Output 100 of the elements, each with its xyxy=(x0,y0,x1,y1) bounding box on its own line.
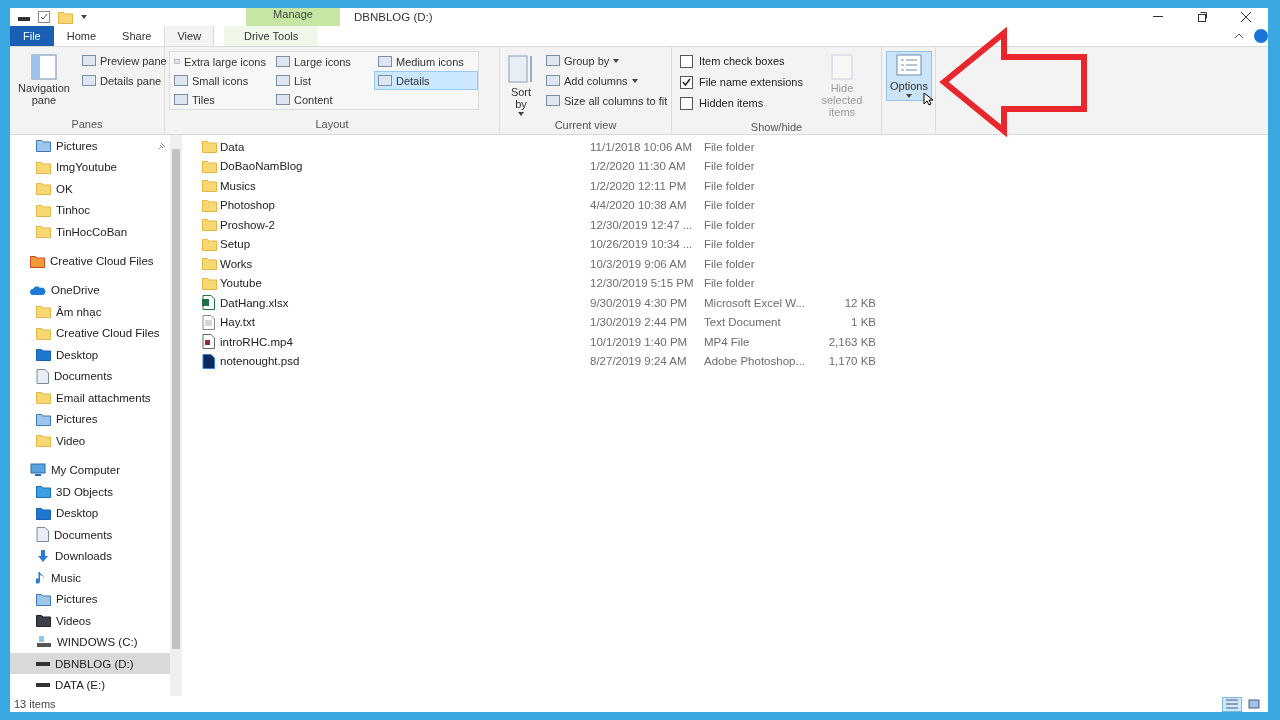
folder-icon xyxy=(202,140,217,154)
file-date: 11/1/2018 10:06 AM xyxy=(590,140,694,153)
pane-button[interactable]: Details pane xyxy=(78,71,171,90)
file-date: 1/2/2020 12:11 PM xyxy=(590,179,688,192)
tile-icon xyxy=(1248,699,1260,709)
documents-icon xyxy=(36,527,49,543)
file-date: 10/3/2019 9:06 AM xyxy=(590,257,688,270)
view-command[interactable]: Group by xyxy=(542,51,672,70)
folder-icon xyxy=(202,257,217,271)
sidebar-item[interactable]: Desktop xyxy=(10,502,170,524)
file-row[interactable]: Data 11/1/2018 10:06 AM File folder xyxy=(202,137,1268,157)
layout-option[interactable]: Large icons xyxy=(272,52,372,71)
sidebar-item[interactable]: Music xyxy=(10,566,170,589)
sidebar-item[interactable]: Desktop xyxy=(10,344,170,366)
sidebar-item[interactable]: Creative Cloud Files xyxy=(10,322,170,345)
file-row[interactable]: DoBaoNamBlog 1/2/2020 11:30 AM File folder xyxy=(202,156,1268,176)
page-icon xyxy=(830,54,853,80)
folder-icon xyxy=(202,218,217,232)
sidebar-item[interactable]: Âm nhạc xyxy=(10,301,170,323)
layout-option[interactable]: Tiles xyxy=(170,90,270,109)
sidebar-item[interactable]: Tinhoc xyxy=(10,199,170,221)
file-row[interactable]: Setup 10/26/2019 10:34 ... File folder xyxy=(202,234,1268,254)
view-icon xyxy=(378,75,392,86)
view-command[interactable]: Add columns xyxy=(542,71,672,90)
sidebar-item[interactable]: Documents xyxy=(10,523,170,546)
checkbox[interactable] xyxy=(680,96,693,110)
layout-option[interactable]: Details xyxy=(374,71,478,90)
file-row[interactable]: Hay.txt 1/30/2019 2:44 PM Text Document 1 KB xyxy=(202,312,1268,332)
file-row[interactable]: Photoshop 4/4/2020 10:38 AM File folder xyxy=(202,195,1268,215)
chevron-icon[interactable] xyxy=(1234,33,1244,39)
context-tab-header: Manage xyxy=(246,8,340,26)
file-size: 1 KB xyxy=(850,316,876,329)
file-date: 10/1/2019 1:40 PM xyxy=(590,335,689,348)
group-label: Current view xyxy=(553,119,618,134)
layout-option[interactable]: Medium icons xyxy=(374,52,478,71)
sidebar-item[interactable]: Pictures xyxy=(10,408,170,431)
navigation-pane-button[interactable]: Navigation pane xyxy=(14,51,74,110)
layout-option[interactable]: Content xyxy=(272,90,372,109)
sidebar-item[interactable]: Creative Cloud Files xyxy=(10,250,170,272)
checkmark-icon[interactable] xyxy=(38,11,50,23)
pane-icon xyxy=(31,54,57,80)
ribbon-tab[interactable]: File xyxy=(10,26,54,46)
text-icon xyxy=(202,314,215,330)
checkbox[interactable] xyxy=(680,75,693,89)
file-row[interactable]: notenought.psd 8/27/2019 9:24 AM Adobe Photoshop... 1,170 KB xyxy=(202,351,1268,371)
sidebar-item[interactable]: Documents xyxy=(10,365,170,388)
layout-option[interactable]: Extra large icons xyxy=(170,52,270,71)
music-note-icon xyxy=(36,570,46,585)
details-view-button[interactable] xyxy=(1222,696,1242,712)
folder-icon xyxy=(36,160,51,174)
file-row[interactable]: Youtube 12/30/2019 5:15 PM File folder xyxy=(202,273,1268,293)
sidebar-item[interactable]: Email attachments xyxy=(10,387,170,409)
scrollbar[interactable] xyxy=(170,135,182,696)
view-icon xyxy=(174,56,181,67)
file-name: introRHC.mp4 xyxy=(220,335,294,348)
pane-button[interactable]: Preview pane xyxy=(78,51,171,70)
drive-icon xyxy=(36,683,50,688)
down-arrow-icon xyxy=(36,549,50,564)
help-icon[interactable] xyxy=(1254,29,1268,43)
file-row[interactable]: Works 10/3/2019 9:06 AM File folder xyxy=(202,254,1268,274)
view-icon xyxy=(546,55,560,66)
view-icon xyxy=(276,56,290,67)
sidebar-item[interactable]: OK xyxy=(10,178,170,200)
sidebar-item[interactable]: My Computer xyxy=(10,459,170,481)
file-date: 9/30/2019 4:30 PM xyxy=(590,296,689,309)
excel-icon xyxy=(202,295,215,311)
sidebar-item[interactable]: DATA (E:) xyxy=(10,674,170,696)
mouse-cursor-icon xyxy=(923,92,933,106)
view-icon xyxy=(174,75,188,86)
sidebar-item[interactable]: WINDOWS (C:) xyxy=(10,631,170,653)
file-row[interactable]: introRHC.mp4 10/1/2019 1:40 PM MP4 File 2,163 KB xyxy=(202,332,1268,352)
file-name: Musics xyxy=(220,179,257,192)
layout-option[interactable]: Small icons xyxy=(170,71,270,90)
sidebar-item[interactable]: Downloads xyxy=(10,545,170,567)
sidebar-item[interactable]: Pictures xyxy=(10,135,170,157)
file-type: File folder xyxy=(704,257,756,270)
folder-icon xyxy=(36,305,51,319)
sort-by-button[interactable]: Sort by xyxy=(504,51,538,120)
checkbox[interactable] xyxy=(680,54,693,68)
ribbon-tab[interactable]: Drive Tools xyxy=(224,26,319,46)
file-type: Text Document xyxy=(704,316,782,329)
folder-icon xyxy=(202,179,217,193)
file-type: File folder xyxy=(704,218,756,231)
sidebar-item[interactable]: 3D Objects xyxy=(10,480,170,503)
sidebar-item[interactable]: Pictures xyxy=(10,588,170,610)
file-row[interactable]: Proshow-2 12/30/2019 12:47 ... File folder xyxy=(202,215,1268,235)
file-row[interactable]: Musics 1/2/2020 12:11 PM File folder xyxy=(202,176,1268,196)
file-row[interactable]: DatHang.xlsx 9/30/2019 4:30 PM Microsoft Excel W... 12 KB xyxy=(202,293,1268,313)
checkbox-option[interactable]: Item check boxes xyxy=(680,51,803,71)
ribbon-tab[interactable]: View xyxy=(164,26,215,46)
sidebar-item[interactable]: ImgYoutube xyxy=(10,156,170,178)
view-command[interactable]: Size all columns to fit xyxy=(542,91,672,110)
checkbox-option[interactable]: Hidden items xyxy=(680,93,803,113)
sidebar-item[interactable]: Video xyxy=(10,430,170,452)
sidebar-item[interactable]: TinHocCoBan xyxy=(10,221,170,243)
sidebar-item[interactable]: OneDrive xyxy=(10,279,170,302)
layout-option[interactable]: List xyxy=(272,71,372,90)
checkbox-option[interactable]: File name extensions xyxy=(680,72,803,92)
sidebar-item[interactable]: Videos xyxy=(10,609,170,632)
sidebar-item[interactable]: DBNBLOG (D:) xyxy=(10,652,170,675)
